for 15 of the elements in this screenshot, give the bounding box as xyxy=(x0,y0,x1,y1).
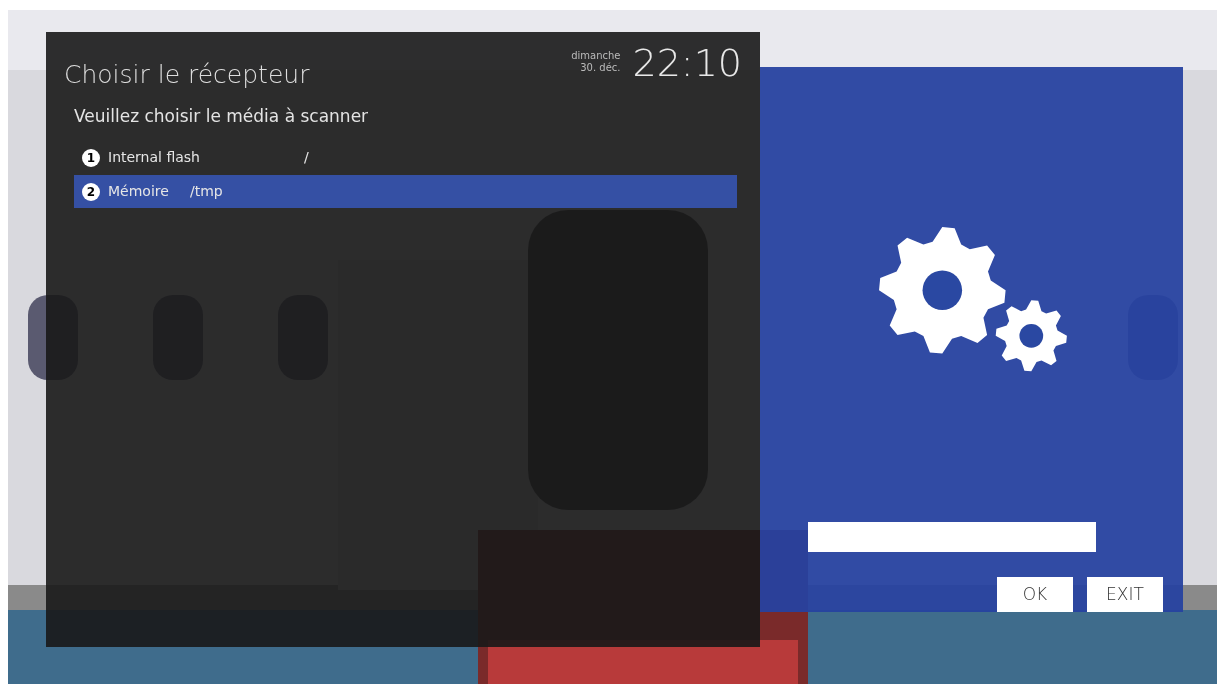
clock: 22:10 xyxy=(632,44,742,82)
media-name: Mémoire xyxy=(108,182,170,201)
prompt-text: Veuillez choisir le média à scanner xyxy=(74,104,370,128)
number-badge: 1 xyxy=(82,148,100,167)
date-label: 30. déc. xyxy=(580,62,621,75)
media-name: Internal flash xyxy=(108,148,201,167)
number-badge: 2 xyxy=(82,182,100,201)
day-label: dimanche xyxy=(571,49,621,62)
dialog-button[interactable]: EXIT xyxy=(1087,577,1163,612)
dialog-title: Choisir le récepteur xyxy=(64,59,310,91)
media-path: /tmp xyxy=(190,182,223,201)
dialog-button[interactable]: OK xyxy=(997,577,1073,612)
media-path: / xyxy=(304,148,309,167)
media-list-item[interactable]: 2 Mémoire /tmp xyxy=(74,175,737,208)
media-list-item[interactable]: 1 Internal flash / xyxy=(74,141,737,174)
